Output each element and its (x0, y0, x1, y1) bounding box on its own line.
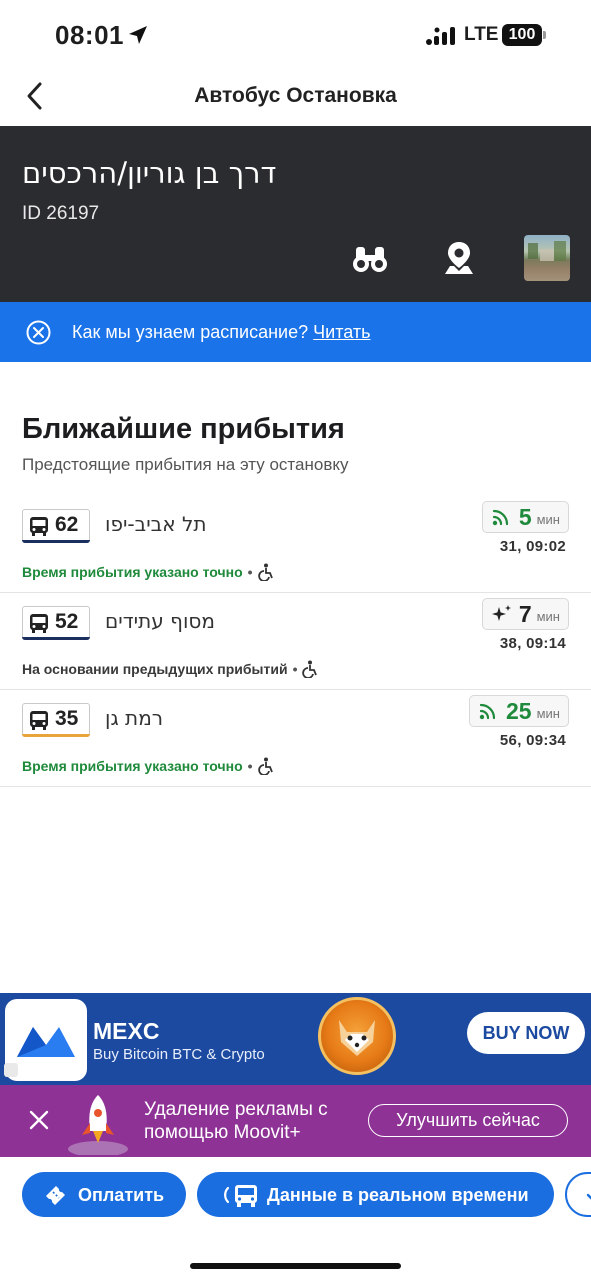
shiba-face-icon (339, 1020, 375, 1056)
stop-header: דרך בן גוריון/הרכסים ID 26197 (0, 126, 591, 302)
promo-line-2: помощью Moovit+ (144, 1122, 301, 1143)
more-actions-button[interactable] (565, 1172, 591, 1217)
line-number: 52 (55, 610, 79, 633)
nav-bar: Автобус Остановка (0, 70, 591, 126)
realtime-data-button[interactable]: Данные в реальном времени (197, 1172, 554, 1217)
eta-minutes: 7 (518, 600, 532, 627)
battery-tip (543, 31, 546, 39)
bus-icon (30, 614, 48, 633)
section-subtitle: Предстоящие прибытия на эту остановку (22, 455, 349, 474)
line-color-bar (22, 540, 90, 543)
line-number: 62 (55, 513, 79, 536)
ad-choices-icon[interactable] (4, 1063, 18, 1077)
eta-box: 25 мин (469, 695, 569, 727)
line-destination: מסוף עתידים (105, 609, 215, 633)
wheelchair-icon (302, 660, 318, 678)
info-banner: Как мы узнаем расписание? Читать (0, 302, 591, 362)
page-title: Автобус Остановка (194, 84, 397, 107)
eta-box: 7 мин (481, 598, 569, 630)
stop-photo-thumbnail[interactable] (524, 235, 570, 281)
eta-box: 5 мин (481, 501, 569, 533)
eta-unit: мин (536, 512, 560, 527)
line-badge: 35 (22, 703, 90, 737)
line-color-bar (22, 734, 90, 737)
line-destination: רמת גן (105, 706, 164, 730)
line-color-bar (22, 637, 90, 640)
section-title: Ближайшие прибытия (22, 413, 345, 445)
ad-brand: MEXC (93, 1018, 160, 1044)
arrival-note: Время прибытия указано точно • (22, 757, 275, 775)
info-question: Как мы узнаем расписание? (72, 322, 309, 342)
home-indicator (190, 1263, 401, 1269)
ad-tagline: Buy Bitcoin BTC & Crypto (93, 1046, 265, 1063)
eta-minutes: 5 (518, 503, 532, 530)
line-badge: 52 (22, 606, 90, 640)
promo-text: Удаление рекламы с помощью Moovit+ (144, 1098, 328, 1144)
shiba-coin-icon (318, 997, 396, 1075)
ticket-icon (46, 1186, 65, 1205)
arrival-row[interactable]: 52 מסוף עתידים 7 мин 38, 09:14 На основа… (0, 593, 591, 690)
bottom-action-bar: Оплатить Данные в реальном времени (0, 1157, 591, 1280)
ad-banner[interactable]: MEXC Buy Bitcoin BTC & Crypto BUY NOW (0, 993, 591, 1085)
arrival-row[interactable]: 62 תל אביב-יפו 5 мин 31, 09:02 Время при… (0, 496, 591, 593)
status-time: 08:01 (55, 20, 124, 50)
pay-button[interactable]: Оплатить (22, 1172, 186, 1217)
line-number: 35 (55, 707, 79, 730)
chevron-down-icon (586, 1193, 591, 1200)
note-text: На основании предыдущих прибытий (22, 661, 288, 677)
separator-dot: • (247, 758, 253, 774)
stop-id: ID 26197 (22, 203, 100, 224)
close-circle-icon[interactable] (26, 320, 51, 345)
wheelchair-icon (257, 563, 273, 581)
binoculars-icon[interactable] (350, 238, 390, 278)
bus-icon (30, 517, 48, 536)
map-pin-icon[interactable] (439, 238, 479, 278)
rocket-icon (68, 1095, 128, 1155)
location-arrow-icon (129, 26, 147, 44)
arrival-row[interactable]: 35 רמת גן 25 мин 56, 09:34 Время прибыти… (0, 690, 591, 787)
remove-ads-bar: Удаление рекламы с помощью Moovit+ Улучш… (0, 1085, 591, 1157)
next-times: 56, 09:34 (499, 732, 566, 749)
sparkle-icon (491, 605, 511, 621)
battery-level: 100 (502, 24, 542, 46)
close-icon[interactable] (28, 1109, 50, 1131)
next-times: 31, 09:02 (499, 538, 566, 555)
separator-dot: • (292, 661, 298, 677)
eta-unit: мин (536, 609, 560, 624)
line-badge: 62 (22, 509, 90, 543)
eta-minutes: 25 (506, 697, 532, 724)
stop-name: דרך בן גוריון/הרכסים (22, 156, 277, 190)
arrival-note: Время прибытия указано точно • (22, 563, 275, 581)
note-text: Время прибытия указано точно (22, 564, 243, 580)
buy-now-button[interactable]: BUY NOW (467, 1012, 585, 1054)
read-link[interactable]: Читать (313, 322, 370, 342)
next-times: 38, 09:14 (499, 635, 566, 652)
realtime-bus-icon (224, 1185, 257, 1207)
realtime-label: Данные в реальном времени (267, 1185, 529, 1205)
status-bar: 08:01 LTE 100 (0, 0, 591, 70)
promo-line-1: Удаление рекламы с (144, 1099, 328, 1120)
info-text: Как мы узнаем расписание? Читать (72, 322, 371, 343)
line-destination: תל אביב-יפו (105, 512, 207, 536)
wheelchair-icon (257, 757, 273, 775)
signal-bars-icon (426, 27, 455, 45)
arrival-note: На основании предыдущих прибытий • (22, 660, 319, 678)
realtime-signal-icon (479, 703, 496, 720)
note-text: Время прибытия указано точно (22, 758, 243, 774)
realtime-signal-icon (492, 509, 508, 526)
separator-dot: • (247, 564, 253, 580)
pay-label: Оплатить (78, 1185, 165, 1205)
photo-icon (524, 241, 570, 281)
eta-unit: мин (536, 706, 560, 721)
bus-icon (30, 711, 48, 730)
upgrade-button[interactable]: Улучшить сейчас (368, 1104, 568, 1137)
network-type: LTE (464, 24, 499, 45)
